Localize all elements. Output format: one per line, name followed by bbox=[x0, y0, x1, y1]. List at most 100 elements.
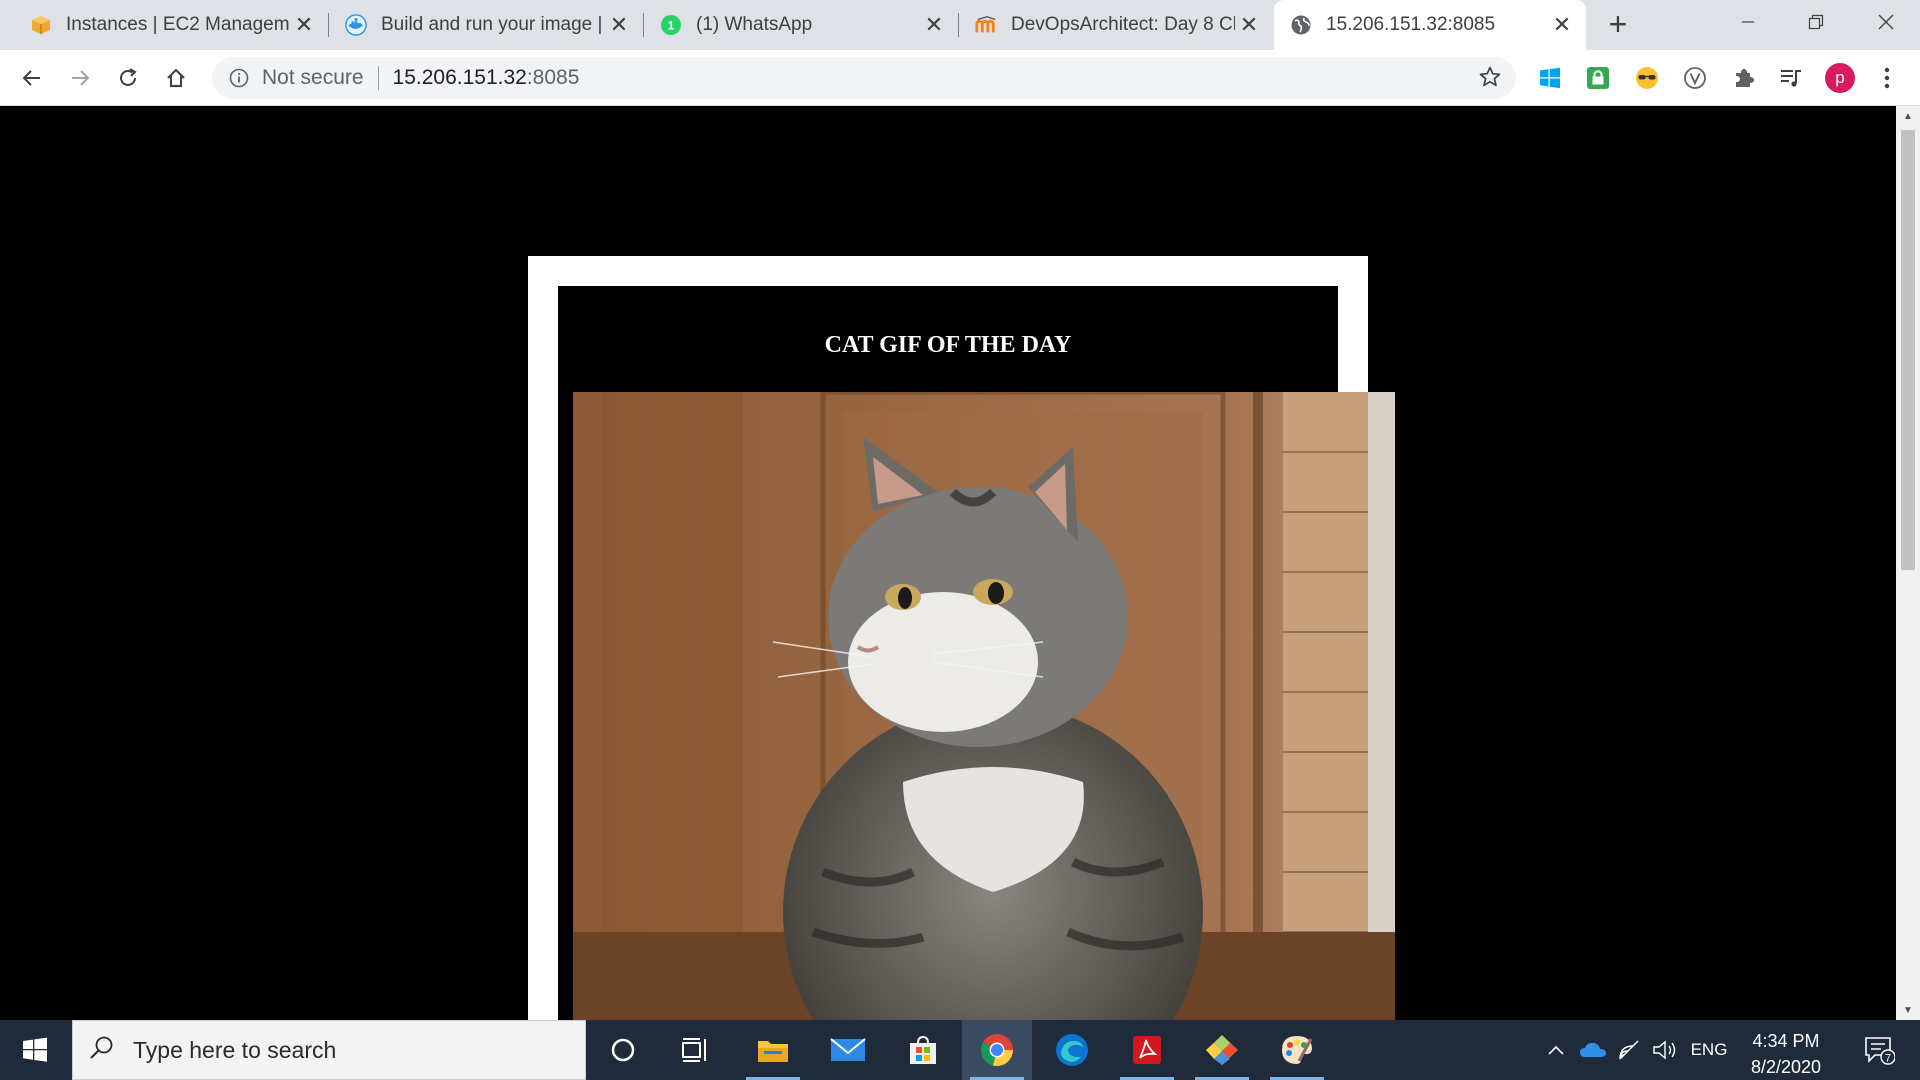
scroll-up-arrow-icon[interactable]: ▲ bbox=[1896, 106, 1920, 126]
windows-logo-icon bbox=[23, 1037, 47, 1062]
url-host: 15.206.151.32 bbox=[392, 66, 527, 89]
chevron-up-icon bbox=[1548, 1045, 1564, 1055]
home-button[interactable] bbox=[158, 60, 194, 96]
store-bag-icon bbox=[910, 1035, 936, 1064]
file-explorer-button[interactable] bbox=[738, 1020, 808, 1080]
v-extension-icon[interactable] bbox=[1680, 63, 1710, 93]
notification-count: 7 bbox=[1885, 1053, 1891, 1065]
close-icon bbox=[1878, 14, 1894, 30]
close-window-button[interactable] bbox=[1852, 0, 1920, 44]
browser-toolbar: Not secure 15.206.151.32:8085 p bbox=[0, 50, 1920, 106]
task-view-button[interactable] bbox=[660, 1020, 730, 1080]
aws-box-icon bbox=[30, 14, 52, 36]
tab-title: 15.206.151.32:8085 bbox=[1326, 14, 1496, 35]
home-icon bbox=[167, 68, 185, 87]
reload-icon bbox=[120, 68, 137, 86]
close-icon[interactable]: ✕ bbox=[605, 12, 633, 38]
clock-date: 8/2/2020 bbox=[1750, 1057, 1822, 1077]
lock-extension-icon[interactable] bbox=[1583, 63, 1613, 93]
acrobat-button[interactable] bbox=[1112, 1020, 1182, 1080]
web-page: CAT GIF OF THE DAY bbox=[0, 106, 1896, 1020]
task-view-icon bbox=[682, 1038, 706, 1062]
address-bar[interactable]: Not secure 15.206.151.32:8085 bbox=[212, 57, 1516, 99]
scroll-down-arrow-icon[interactable]: ▼ bbox=[1896, 1000, 1920, 1020]
git-gui-button[interactable] bbox=[1187, 1020, 1257, 1080]
git-gui-icon bbox=[1206, 1035, 1238, 1065]
close-icon[interactable]: ✕ bbox=[1235, 12, 1263, 38]
tab-title: DevOpsArchitect: Day 8 Class bbox=[1011, 14, 1235, 35]
star-icon[interactable] bbox=[1478, 65, 1502, 94]
cortana-circle-icon bbox=[611, 1038, 635, 1062]
scrollbar-thumb[interactable] bbox=[1901, 130, 1915, 570]
avatar: p bbox=[1825, 63, 1855, 93]
store-button[interactable] bbox=[888, 1020, 958, 1080]
acrobat-pdf-icon bbox=[1133, 1036, 1161, 1064]
reload-button[interactable] bbox=[110, 60, 146, 96]
minimize-button[interactable] bbox=[1714, 0, 1782, 44]
globe-icon bbox=[1290, 14, 1312, 36]
wifi-icon[interactable] bbox=[1612, 1020, 1646, 1080]
taskbar-search-box[interactable]: Type here to search bbox=[72, 1020, 586, 1080]
paint-palette-icon bbox=[1282, 1036, 1313, 1064]
tab-docker[interactable]: Build and run your image | Docker Docume… bbox=[329, 0, 643, 50]
tab-active-site[interactable]: 15.206.151.32:8085 ✕ bbox=[1274, 0, 1586, 50]
input-language[interactable]: ENG bbox=[1684, 1020, 1734, 1080]
minimize-icon bbox=[1742, 21, 1754, 23]
chrome-icon bbox=[981, 1034, 1014, 1067]
close-icon[interactable]: ✕ bbox=[1548, 12, 1576, 38]
close-icon[interactable]: ✕ bbox=[920, 12, 948, 38]
tab-title: Build and run your image | Docker Docume… bbox=[381, 14, 605, 35]
moodle-icon bbox=[975, 14, 997, 36]
new-tab-button[interactable]: + bbox=[1600, 6, 1636, 43]
info-icon[interactable] bbox=[226, 65, 252, 91]
arrow-right-icon bbox=[72, 70, 90, 86]
forward-button[interactable] bbox=[62, 60, 98, 96]
restore-icon bbox=[1808, 14, 1824, 30]
onedrive-tray-icon[interactable] bbox=[1576, 1020, 1610, 1080]
tab-whatsapp[interactable]: 1 (1) WhatsApp ✕ bbox=[644, 0, 958, 50]
kebab-menu-icon bbox=[1884, 67, 1890, 89]
notification-icon: 7 bbox=[1865, 1037, 1895, 1065]
divider bbox=[377, 66, 379, 90]
restore-button[interactable] bbox=[1782, 0, 1850, 44]
start-button[interactable] bbox=[0, 1020, 70, 1080]
windows-extension-icon[interactable] bbox=[1535, 63, 1565, 93]
page-title: CAT GIF OF THE DAY bbox=[824, 332, 1072, 358]
tab-ec2[interactable]: Instances | EC2 Management Console ✕ bbox=[0, 0, 328, 50]
action-center-button[interactable]: 7 bbox=[1854, 1020, 1904, 1080]
taskbar-clock[interactable]: 4:34 PM 8/2/2020 bbox=[1736, 1028, 1836, 1080]
media-control-icon[interactable] bbox=[1776, 63, 1806, 93]
close-icon[interactable]: ✕ bbox=[290, 12, 318, 38]
tab-devopsarchitect[interactable]: DevOpsArchitect: Day 8 Class ✕ bbox=[959, 0, 1273, 50]
page-scrollbar[interactable]: ▲ ▼ bbox=[1896, 106, 1920, 1020]
security-status[interactable]: Not secure bbox=[262, 66, 364, 90]
edge-button[interactable] bbox=[1037, 1020, 1107, 1080]
volume-icon[interactable] bbox=[1648, 1020, 1682, 1080]
folder-icon bbox=[758, 1041, 788, 1062]
edge-icon bbox=[1056, 1034, 1088, 1066]
svg-text:1: 1 bbox=[668, 19, 675, 33]
tab-title: Instances | EC2 Management Console bbox=[66, 14, 290, 35]
paint-button[interactable] bbox=[1262, 1020, 1332, 1080]
docker-icon bbox=[345, 14, 367, 36]
mail-icon bbox=[830, 1038, 866, 1061]
sunglasses-extension-icon[interactable] bbox=[1632, 63, 1662, 93]
tab-strip: Instances | EC2 Management Console ✕ Bui… bbox=[0, 0, 1920, 50]
cortana-button[interactable] bbox=[588, 1020, 658, 1080]
whatsapp-icon: 1 bbox=[660, 14, 682, 36]
search-placeholder: Type here to search bbox=[133, 1036, 337, 1063]
search-icon bbox=[89, 1035, 115, 1066]
show-hidden-icons-button[interactable] bbox=[1540, 1020, 1572, 1080]
cat-gif-image bbox=[573, 392, 1395, 1020]
tab-title: (1) WhatsApp bbox=[696, 14, 813, 35]
windows-taskbar: Type here to search ENG 4:34 PM 8/2/2020… bbox=[0, 1020, 1920, 1080]
clock-time: 4:34 PM bbox=[1752, 1031, 1820, 1051]
profile-avatar[interactable]: p bbox=[1825, 63, 1855, 93]
menu-button[interactable] bbox=[1872, 63, 1902, 93]
url-port: :8085 bbox=[526, 66, 580, 89]
puzzle-extensions-icon[interactable] bbox=[1729, 63, 1759, 93]
chrome-button[interactable] bbox=[962, 1020, 1032, 1080]
arrow-left-icon bbox=[22, 70, 40, 86]
mail-button[interactable] bbox=[813, 1020, 883, 1080]
back-button[interactable] bbox=[14, 60, 50, 96]
